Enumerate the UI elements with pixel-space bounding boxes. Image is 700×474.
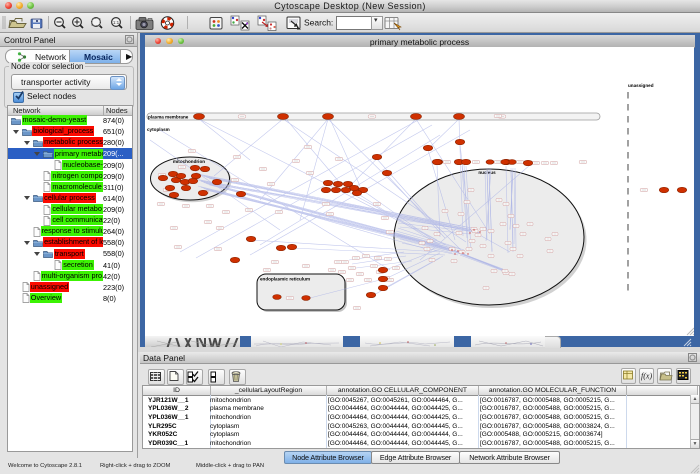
svg-text:cytoplasm: cytoplasm: [147, 127, 170, 132]
svg-text:unassigned: unassigned: [628, 83, 654, 88]
svg-text:endoplasmic reticulum: endoplasmic reticulum: [260, 277, 310, 282]
svg-text:plasma membrane: plasma membrane: [148, 115, 189, 120]
svg-text:Search:: Search:: [304, 18, 333, 28]
svg-text:f(x): f(x): [641, 372, 652, 381]
svg-text:mitochondrion: mitochondrion: [172, 159, 204, 164]
svg-text:1:1: 1:1: [113, 20, 120, 25]
